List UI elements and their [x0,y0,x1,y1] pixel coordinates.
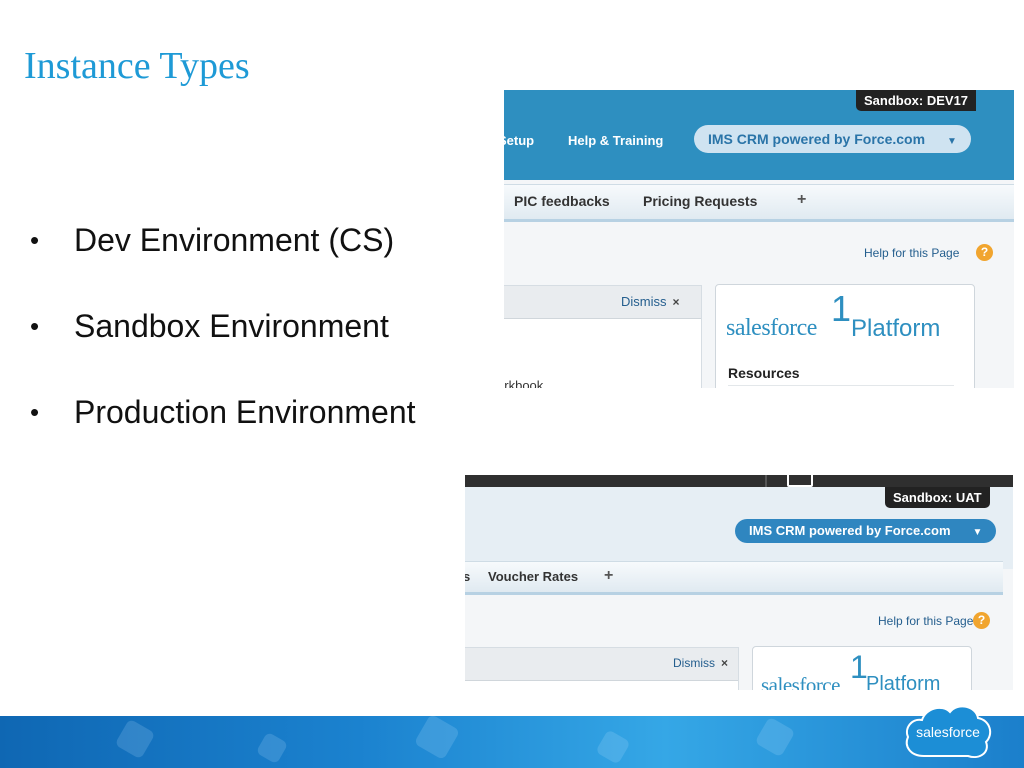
app-switcher-label: IMS CRM powered by Force.com [708,131,926,147]
decorative-hexagon [255,731,289,765]
sandbox-badge: Sandbox: UAT [885,487,990,508]
salesforce-logo-word: salesforce [726,315,817,341]
app-switcher-label: IMS CRM powered by Force.com [749,523,951,538]
salesforce-logo-word: salesforce [761,673,840,690]
app-switcher[interactable]: IMS CRM powered by Force.com ▼ [694,125,971,153]
platform-logo-word: Platform [866,673,941,690]
chevron-down-icon: ▼ [947,136,957,147]
setup-link[interactable]: Setup [504,133,534,148]
dismiss-panel: Dismiss × [465,647,739,690]
tab-partial[interactable]: s [465,569,470,584]
dismiss-button[interactable]: Dismiss × [673,656,728,670]
decorative-hexagon [595,729,631,765]
window-bar [465,475,1013,487]
decorative-hexagon [413,713,461,761]
sandbox-badge: Sandbox: DEV17 [856,90,977,111]
help-page-link[interactable]: Help for this Page [878,614,973,628]
footer-band [0,713,1024,768]
help-icon[interactable]: ? [976,244,993,261]
close-icon: × [672,295,680,309]
dev-sandbox-screenshot: Sandbox: DEV17 Setup Help & Training IMS… [504,90,1014,388]
dismiss-panel: Dismiss × Workbook [504,285,702,388]
help-icon[interactable]: ? [973,612,990,629]
divider [765,475,767,487]
help-training-link[interactable]: Help & Training [568,133,663,148]
dismiss-button[interactable]: Dismiss × [621,294,680,309]
add-tab-icon[interactable]: + [604,567,613,585]
add-tab-icon[interactable]: + [797,191,806,209]
tab-pricing-requests[interactable]: Pricing Requests [643,193,757,209]
chevron-down-icon: ▼ [972,527,983,538]
bullet-glyph: • [30,311,40,341]
dismiss-label: Dismiss [673,656,715,670]
bullet-list: • Dev Environment (CS) • Sandbox Environme… [30,218,416,476]
tab-pic-feedbacks[interactable]: PIC feedbacks [514,193,610,209]
slide-title: Instance Types [24,45,250,87]
window-icon [787,475,813,487]
bullet-text: Production Environment [74,394,416,430]
bullet-item: • Production Environment [30,390,416,476]
tab-voucher-rates[interactable]: Voucher Rates [488,569,578,584]
salesforce-cloud-logo: salesforce [905,705,992,758]
decorative-hexagon [754,716,796,758]
platform-logo-word: Platform [851,315,941,342]
bullet-item: • Dev Environment (CS) [30,218,416,304]
close-icon: × [721,656,729,670]
divider [728,385,954,386]
salesforce-one-logo: 1 [831,288,852,329]
platform-card: salesforce 1 Platform [752,646,972,690]
bullet-glyph: • [30,397,40,427]
bullet-item: • Sandbox Environment [30,304,416,390]
app-switcher[interactable]: IMS CRM powered by Force.com ▼ [735,519,997,543]
help-page-link[interactable]: Help for this Page [864,246,959,260]
platform-card: salesforce 1 Platform Resources [715,284,975,388]
dismiss-label: Dismiss [621,294,667,309]
bullet-text: Sandbox Environment [74,308,389,344]
footer-brand-text: salesforce [916,724,980,740]
resources-heading: Resources [728,365,800,381]
workbook-link[interactable]: Workbook [504,378,543,388]
uat-sandbox-screenshot: Sandbox: UAT IMS CRM powered by Force.co… [465,475,1013,690]
bullet-text: Dev Environment (CS) [74,222,395,258]
decorative-hexagon [114,718,156,760]
bullet-glyph: • [30,225,40,255]
